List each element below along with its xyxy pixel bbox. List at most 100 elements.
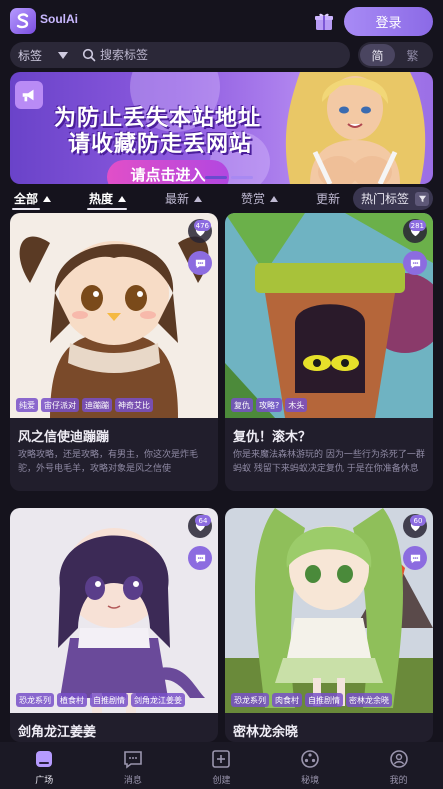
character-card[interactable]: 476 纯爱 宙仔派对 迪蹦蹦 神奇艾比 风之信使迪蹦蹦 攻略攻略，还是攻略，有… [10,213,218,491]
dropdown-arrow-icon [58,51,69,59]
profile-icon [389,750,408,768]
sort-arrow-icon [43,195,52,202]
character-image [10,508,218,713]
nav-profile[interactable]: 我的 [354,742,443,789]
hot-tags-label: 热门标签 [361,192,410,206]
tag-filter-select[interactable]: 标签 [18,47,69,64]
sort-tips[interactable]: 赞赏 [241,190,279,207]
tag[interactable]: 迪蹦蹦 [82,398,112,412]
tag[interactable]: 自推剧情 [90,693,128,707]
banner-enter-button[interactable]: 请点击进入 [107,160,229,184]
bottom-navigation: 广场 消息 创建 秘境 我的 [0,742,443,789]
chat-button[interactable] [403,251,427,275]
hot-tags-button[interactable]: 热门标签 [353,187,433,210]
chat-bubble-icon [410,259,420,268]
message-icon [124,751,142,769]
sort-all[interactable]: 全部 [14,190,52,207]
chat-bubble-icon [195,259,205,268]
tag[interactable]: 剑角龙江姜姜 [131,693,185,707]
app-logo[interactable] [10,8,36,34]
nav-messages[interactable]: 消息 [89,742,178,789]
chat-bubble-icon [410,554,420,563]
tag[interactable]: 肉食村 [272,693,302,707]
chat-button[interactable] [188,251,212,275]
tag[interactable]: 神奇艾比 [115,398,153,412]
card-description: 你是来魔法森林游玩的 因为一些行为杀死了一群蚂蚁 残留下来蚂蚁决定复仇 于是在你… [233,450,425,474]
sort-label: 赞赏 [241,192,266,206]
banner-character-image [285,72,426,184]
promo-banner[interactable]: 为防止丢失本站地址 请收藏防走丢网站 请点击进入 [10,72,433,184]
lang-simplified-button[interactable]: 简 [360,44,395,66]
chat-bubble-icon [195,554,205,563]
nav-label: 创建 [212,776,231,786]
logo-icon [16,13,29,29]
character-image [225,213,433,418]
login-button[interactable]: 登录 [344,7,433,36]
like-button[interactable]: 64 [188,514,212,538]
like-count: 60 [410,515,426,526]
tag[interactable]: 宙仔派对 [41,398,79,412]
sort-label: 更新 [316,192,341,206]
nav-create[interactable]: 创建 [177,742,266,789]
realm-icon [301,750,319,768]
chat-button[interactable] [403,546,427,570]
top-bar: SoulAi 登录 [0,0,443,40]
tag[interactable]: 植食村 [57,693,87,707]
sort-label: 热度 [89,192,114,206]
create-icon [212,750,231,768]
card-description: 攻略攻略，还是攻略，有男主，你这次是炸毛驼，外号电毛羊，攻略对象是风之信使 [18,450,199,474]
tag-list: 恐龙系列 肉食村 自推剧情 密林龙余晓 [231,693,392,707]
tag[interactable]: 木头 [285,398,308,412]
character-image [10,213,218,418]
character-card[interactable]: 60 恐龙系列 肉食村 自推剧情 密林龙余晓 密林龙余晓 [225,508,433,742]
gift-icon[interactable] [313,10,335,32]
lang-traditional-button[interactable]: 繁 [395,44,430,66]
like-button[interactable]: 60 [403,514,427,538]
sort-arrow-icon [118,195,127,202]
banner-subheadline: 请收藏防走丢网站 [68,132,253,157]
character-card[interactable]: 281 复仇 攻略? 木头 复仇！滚木？ 你是来魔法森林游玩的 因为一些行为杀死… [225,213,433,491]
tag-list: 恐龙系列 植食村 自推剧情 剑角龙江姜姜 [16,693,185,707]
tag-list: 复仇 攻略? 木头 [231,398,308,412]
character-card[interactable]: 64 恐龙系列 植食村 自推剧情 剑角龙江姜姜 剑角龙江姜姜 [10,508,218,742]
tag[interactable]: 恐龙系列 [231,693,269,707]
nav-label: 广场 [35,776,54,786]
character-image [225,508,433,713]
tag-filter-label: 标签 [18,48,43,63]
tag-list: 纯爱 宙仔派对 迪蹦蹦 神奇艾比 [16,398,153,412]
tag[interactable]: 复仇 [231,398,253,412]
tag[interactable]: 密林龙余晓 [346,693,392,707]
tag[interactable]: 恐龙系列 [16,693,54,707]
nav-label: 消息 [123,776,142,786]
logo-text: SoulAi [40,12,78,26]
tag[interactable]: 自推剧情 [305,693,343,707]
tag[interactable]: 攻略? [256,398,283,412]
nav-square[interactable]: 广场 [0,742,89,789]
like-count: 476 [193,220,211,231]
sort-label: 最新 [165,192,190,206]
chat-button[interactable] [188,546,212,570]
sort-newest[interactable]: 最新 [165,190,203,207]
nav-label: 秘境 [301,776,320,786]
search-icon [82,48,96,62]
sort-arrow-icon [194,195,203,202]
language-toggle: 简 繁 [358,42,433,68]
megaphone-icon [15,81,43,109]
sort-popularity[interactable]: 热度 [89,190,127,207]
square-icon [36,751,53,767]
like-button[interactable]: 476 [188,219,212,243]
filter-icon [415,191,430,206]
card-title: 风之信使迪蹦蹦 [18,430,110,445]
sort-updated[interactable]: 更新 [316,190,340,207]
card-title: 复仇！滚木？ [233,430,312,445]
nav-label: 我的 [389,776,408,786]
sort-active-underline [87,208,127,210]
tag[interactable]: 纯爱 [16,398,38,412]
like-count: 64 [195,515,211,526]
search-input[interactable] [100,48,301,62]
sort-arrow-icon [270,195,279,202]
sort-active-underline [12,208,40,210]
search-bar: 标签 [10,42,350,68]
nav-realm[interactable]: 秘境 [266,742,355,789]
like-button[interactable]: 281 [403,219,427,243]
